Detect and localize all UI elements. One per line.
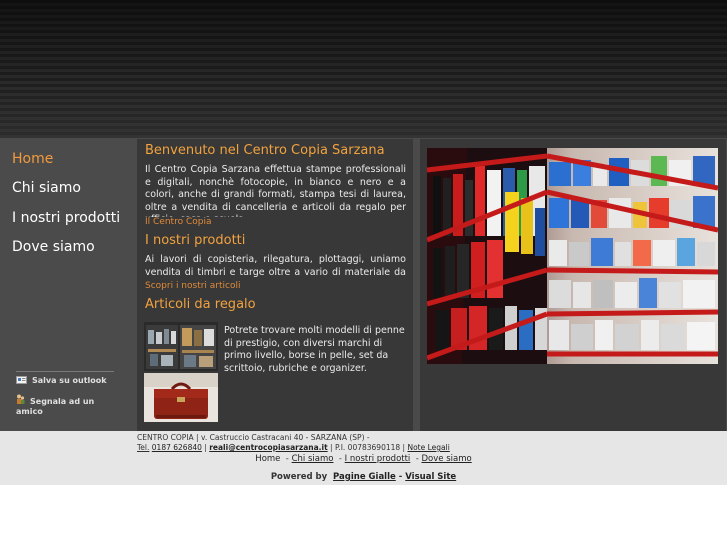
- phone-link[interactable]: 0187 626840: [152, 443, 202, 452]
- centro-copia-link[interactable]: Il Centro Copia: [145, 217, 211, 227]
- pagine-gialle-link[interactable]: Pagine Gialle: [333, 472, 396, 482]
- outlook-card-icon: [16, 376, 27, 384]
- save-outlook-link[interactable]: Salva su outlook: [16, 376, 107, 386]
- products-title: I nostri prodotti: [145, 233, 246, 248]
- sidebar-divider: [16, 371, 114, 372]
- welcome-title: Benvenuto nel Centro Copia Sarzana: [145, 143, 385, 158]
- footer-nav-chi-siamo[interactable]: Chi siamo: [292, 454, 334, 464]
- footer-separator: |: [204, 443, 207, 452]
- footer: CENTRO COPIA | v. Castruccio Castracani …: [0, 431, 727, 485]
- footer-contacts: Tel. 0187 626840 | reali@centrocopiasarz…: [137, 443, 450, 452]
- gifts-title: Articoli da regalo: [145, 297, 256, 312]
- photo-panel: [420, 139, 726, 432]
- save-outlook-label: Salva su outlook: [32, 376, 107, 385]
- powered-dash: -: [398, 472, 403, 482]
- friends-icon: [16, 394, 25, 405]
- footer-nav: Home - Chi siamo - I nostri prodotti - D…: [255, 454, 472, 464]
- vat-number: | P.I. 00783690118 |: [330, 443, 406, 452]
- powered-by-label: Powered by: [270, 472, 328, 482]
- footer-nav-prodotti[interactable]: I nostri prodotti: [345, 454, 411, 464]
- nav-prodotti[interactable]: I nostri prodotti: [12, 210, 120, 226]
- header-banner: [0, 0, 727, 138]
- pens-photo: [144, 322, 218, 371]
- email-link[interactable]: reali@centrocopiasarzana.it: [209, 443, 327, 452]
- nav-home[interactable]: Home: [12, 151, 53, 167]
- footer-nav-home[interactable]: Home: [255, 454, 280, 464]
- tel-label: Tel.: [137, 443, 150, 452]
- gifts-text: Potrete trovare molti modelli di penne d…: [224, 325, 405, 374]
- page: Home Chi siamo I nostri prodotti Dove si…: [0, 0, 727, 485]
- powered-by: Powered by Pagine Gialle - Visual Site: [0, 472, 727, 482]
- share-friend-link[interactable]: Segnala ad un amico: [16, 394, 111, 417]
- content-panel: Benvenuto nel Centro Copia Sarzana Il Ce…: [137, 139, 413, 432]
- leather-bag-photo: [144, 373, 218, 422]
- products-text: Ai lavori di copisteria, rilegatura, plo…: [145, 254, 406, 278]
- footer-company: CENTRO COPIA | v. Castruccio Castracani …: [137, 433, 370, 442]
- nav-dove-siamo[interactable]: Dove siamo: [12, 239, 95, 255]
- footer-nav-dove-siamo[interactable]: Dove siamo: [422, 454, 472, 464]
- shop-shelves-photo: [426, 148, 719, 364]
- nav-chi-siamo[interactable]: Chi siamo: [12, 180, 81, 196]
- products-link[interactable]: Scopri i nostri articoli: [145, 281, 241, 291]
- share-friend-label: Segnala ad un amico: [16, 397, 95, 416]
- welcome-text: Il Centro Copia Sarzana effettua stampe …: [145, 164, 406, 217]
- visual-site-link[interactable]: Visual Site: [405, 472, 456, 482]
- legal-notes-link[interactable]: Note Legali: [407, 443, 449, 452]
